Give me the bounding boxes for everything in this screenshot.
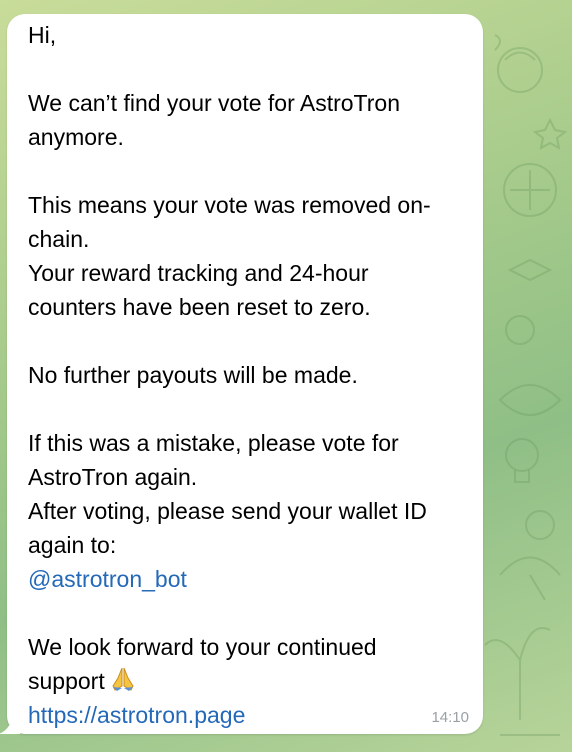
bubble-tail [0,712,20,734]
text-line: If this was a mistake, please vote for [28,430,399,456]
text-line: We look forward to your continued [28,634,377,660]
text-line: again to: [28,532,117,558]
text-line: No further payouts will be made. [28,362,358,388]
text-line: Your reward tracking and 24-hour [28,260,369,286]
text-line: support [28,668,105,694]
text-line: We can’t find your vote for AstroTron [28,90,400,116]
text-line: This means your vote was removed on- [28,192,431,218]
text-line: counters have been reset to zero. [28,294,371,320]
praying-hands-icon [109,666,137,701]
message-bubble[interactable]: Hi, We can’t find your vote for AstroTro… [0,14,483,734]
support-line: support [28,664,478,698]
greeting-line: Hi, [28,22,57,48]
text-line: AstroTron again. [28,464,198,490]
text-line: chain. [28,226,90,252]
text-line: After voting, please send your wallet ID [28,498,427,524]
message-text: Hi, We can’t find your vote for AstroTro… [28,18,478,732]
message-timestamp: 14:10 [431,709,469,726]
bot-username-link[interactable]: @astrotron_bot [28,562,478,596]
website-link[interactable]: https://astrotron.page [28,698,478,732]
text-line: anymore. [28,124,124,150]
